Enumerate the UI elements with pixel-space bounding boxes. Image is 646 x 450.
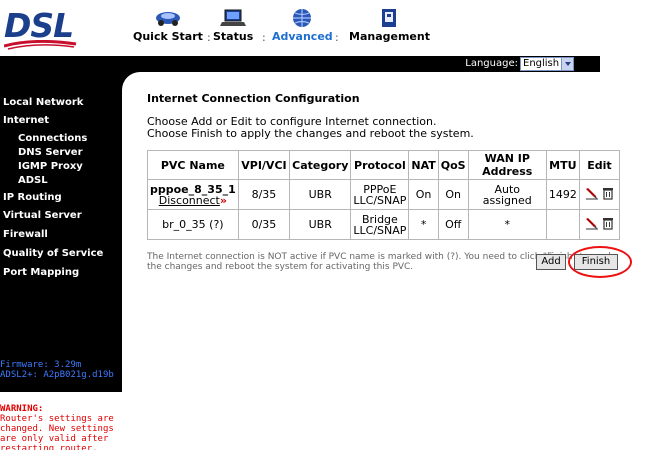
column-header: Category bbox=[289, 150, 352, 180]
edit-pencil-icon[interactable] bbox=[585, 187, 599, 200]
nat-cell: * bbox=[408, 209, 439, 240]
nav-quick-start-label: Quick Start bbox=[133, 30, 203, 43]
column-header: WAN IP Address bbox=[467, 150, 547, 180]
adsl-version: ADSL2+: A2pB021g.d19b bbox=[0, 370, 114, 380]
language-select[interactable]: English bbox=[520, 57, 574, 71]
nat-cell: On bbox=[408, 179, 439, 210]
sidebar-item-ip-routing[interactable]: IP Routing bbox=[3, 192, 62, 203]
pvc-name-cell: br_0_35 (?) bbox=[147, 209, 239, 240]
column-header: VPI/VCI bbox=[237, 150, 291, 180]
logo: DSL bbox=[4, 6, 78, 50]
header: DSL Quick Start : Status : Advanced : Ma… bbox=[0, 0, 646, 56]
qos-cell: Off bbox=[437, 209, 469, 240]
table-header-row: PVC Name VPI/VCI Category Protocol NAT Q… bbox=[147, 150, 621, 180]
category-cell: UBR bbox=[289, 209, 352, 240]
wan-ip-cell: * bbox=[467, 209, 547, 240]
column-header: Edit bbox=[578, 150, 621, 180]
language-bar: Language: English bbox=[0, 56, 600, 72]
sidebar: Local Network Internet Connections DNS S… bbox=[0, 72, 122, 392]
laptop-icon bbox=[220, 9, 247, 26]
globe-icon bbox=[293, 9, 312, 27]
language-selected-value: English bbox=[523, 58, 560, 69]
vpivci-cell: 0/35 bbox=[237, 209, 291, 240]
sidebar-item-virtual-server[interactable]: Virtual Server bbox=[3, 210, 82, 221]
double-chevron-right-icon[interactable]: » bbox=[220, 194, 227, 207]
sidebar-corner bbox=[122, 72, 158, 108]
nav-quick-start[interactable]: Quick Start bbox=[133, 8, 203, 43]
edit-pencil-icon[interactable] bbox=[585, 217, 599, 230]
trash-icon[interactable] bbox=[602, 187, 614, 200]
table-row: br_0_35 (?) 0/35 UBR Bridge LLC/SNAP * O… bbox=[147, 209, 621, 240]
logo-swoosh-icon bbox=[4, 40, 77, 50]
edit-cell bbox=[578, 209, 621, 240]
sidebar-item-port-mapping[interactable]: Port Mapping bbox=[3, 267, 79, 278]
nav-separator: : bbox=[335, 31, 339, 44]
warning-body: Router's settings are changed. New setti… bbox=[0, 414, 114, 450]
column-header: QoS bbox=[437, 150, 469, 180]
book-icon bbox=[382, 9, 397, 27]
nav-management[interactable]: Management bbox=[349, 8, 430, 43]
firmware-version: Firmware: 3.29m bbox=[0, 360, 82, 370]
pvc-table: PVC Name VPI/VCI Category Protocol NAT Q… bbox=[147, 150, 621, 240]
mtu-cell: 1492 bbox=[545, 179, 580, 210]
finish-highlight-ring bbox=[568, 246, 632, 278]
sidebar-item-dns-server[interactable]: DNS Server bbox=[18, 147, 83, 158]
protocol-cell: Bridge LLC/SNAP bbox=[350, 209, 410, 240]
instruction-line: Choose Finish to apply the changes and r… bbox=[147, 127, 474, 140]
nav-management-label: Management bbox=[349, 30, 430, 43]
nav-advanced-label: Advanced bbox=[272, 30, 333, 43]
nav-status[interactable]: Status bbox=[213, 8, 253, 43]
column-header: PVC Name bbox=[147, 150, 239, 180]
sidebar-item-firewall[interactable]: Firewall bbox=[3, 229, 48, 240]
mtu-cell bbox=[545, 209, 580, 240]
page-title: Internet Connection Configuration bbox=[147, 92, 360, 105]
sidebar-item-igmp-proxy[interactable]: IGMP Proxy bbox=[18, 161, 83, 172]
nav-separator: : bbox=[262, 31, 266, 44]
add-button[interactable]: Add bbox=[536, 254, 566, 270]
warning-title: WARNING: bbox=[0, 404, 44, 414]
sidebar-item-connections[interactable]: Connections bbox=[18, 133, 87, 144]
pvc-name-cell: pppoe_8_35_1 Disconnect» bbox=[147, 179, 239, 210]
edit-cell bbox=[578, 179, 621, 210]
main-content: Internet Connection Configuration Choose… bbox=[147, 92, 627, 272]
disconnect-link[interactable]: Disconnect bbox=[159, 194, 220, 207]
table-row: pppoe_8_35_1 Disconnect» 8/35 UBR PPPoE … bbox=[147, 179, 621, 210]
column-header: NAT bbox=[408, 150, 439, 180]
sidebar-item-quality-of-service[interactable]: Quality of Service bbox=[3, 248, 103, 259]
car-icon bbox=[155, 12, 180, 26]
sidebar-item-local-network[interactable]: Local Network bbox=[3, 97, 83, 108]
nav-advanced[interactable]: Advanced bbox=[272, 8, 333, 43]
vpivci-cell: 8/35 bbox=[237, 179, 291, 210]
nav-status-label: Status bbox=[213, 30, 254, 43]
category-cell: UBR bbox=[289, 179, 352, 210]
language-label: Language: bbox=[465, 58, 518, 69]
chevron-down-icon[interactable] bbox=[561, 58, 573, 70]
nav-separator: : bbox=[207, 31, 211, 44]
protocol-cell: PPPoE LLC/SNAP bbox=[350, 179, 410, 210]
sidebar-item-internet[interactable]: Internet bbox=[3, 115, 49, 126]
trash-icon[interactable] bbox=[602, 217, 614, 230]
column-header: Protocol bbox=[350, 150, 410, 180]
qos-cell: On bbox=[437, 179, 469, 210]
sidebar-item-adsl[interactable]: ADSL bbox=[18, 175, 48, 186]
column-header: MTU bbox=[545, 150, 580, 180]
warning-message: WARNING: Router's settings are changed. … bbox=[0, 404, 120, 450]
wan-ip-cell: Auto assigned bbox=[467, 179, 547, 210]
